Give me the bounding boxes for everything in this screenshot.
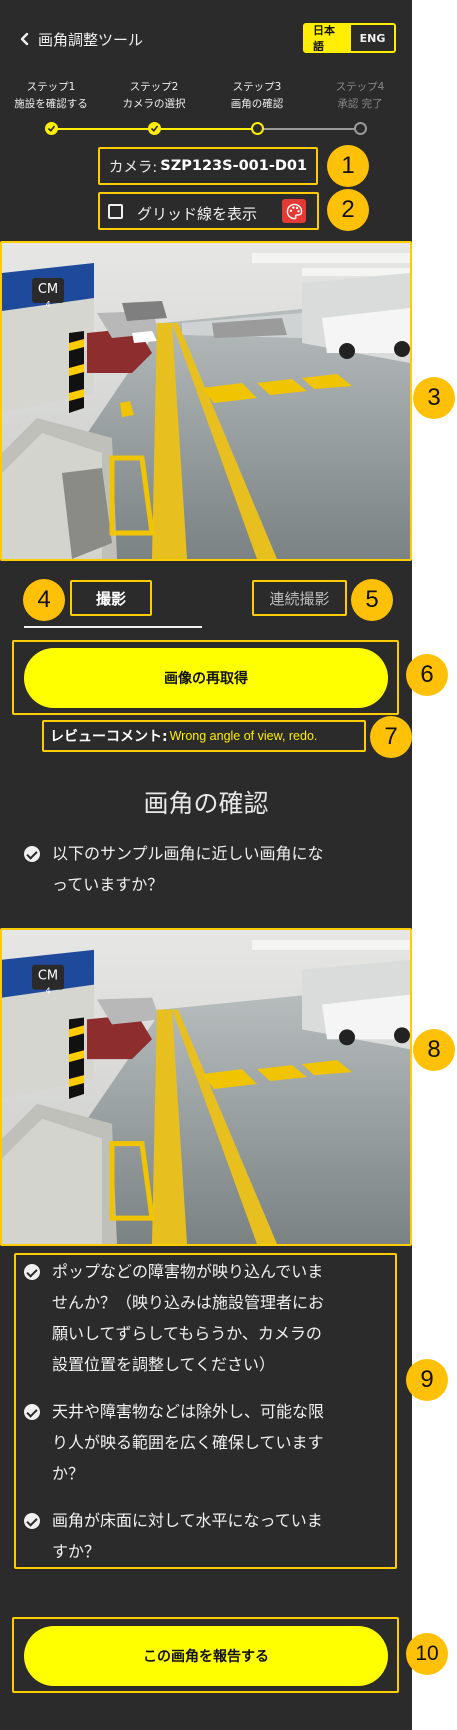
camera-prefix: カメラ: [108, 159, 158, 176]
annotation-badge-1: 1 [327, 145, 369, 187]
language-english-button[interactable]: ENG [351, 25, 394, 51]
tab-burst[interactable]: 連続撮影 [252, 580, 347, 616]
step-1-label: ステップ1 施設を確認する [14, 81, 88, 110]
step-4-label: ステップ4 承認 完了 [335, 81, 385, 110]
report-button[interactable]: この画角を報告する [24, 1626, 388, 1686]
sign-text: CM [38, 282, 58, 297]
sign-number: 4 [45, 987, 50, 996]
annotation-badge-9: 9 [406, 1359, 448, 1401]
annotation-badge-5: 5 [351, 579, 393, 621]
palette-button[interactable] [282, 199, 306, 223]
step-3-dot [251, 122, 264, 135]
review-comment: Wrong angle of view, redo. [169, 729, 318, 743]
step-2-label: ステップ2 カメラの選択 [122, 81, 186, 110]
annotation-badge-6: 6 [406, 654, 448, 696]
review-comment-box: レビューコメント: Wrong angle of view, redo. [42, 720, 366, 752]
tab-burst-label: 連続撮影 [269, 589, 330, 608]
back-button[interactable] [14, 28, 36, 50]
parking-garage-sample-image: CM 4 [2, 930, 410, 1244]
tab-shoot-label: 撮影 [95, 589, 126, 608]
checklist-item-obstruction: ポップなどの障害物が映り込んでいま せんか？（映り込みは施設管理者にお 願いしてずら… [52, 1262, 325, 1374]
check-circle-icon [24, 846, 40, 862]
parking-garage-image: CM 4 [2, 243, 410, 559]
step-4-dot [354, 122, 367, 135]
check-icon [150, 125, 159, 133]
grid-checkbox[interactable] [108, 204, 123, 219]
language-switcher: 日本語 ENG [303, 23, 396, 53]
check-icon [47, 125, 56, 133]
sign-number: 4 [45, 300, 50, 309]
sample-angle-image: CM 4 [0, 928, 412, 1246]
page-title: 画角調整ツール [38, 31, 144, 49]
step-3-label: ステップ3 画角の確認 [230, 81, 284, 110]
grid-toggle-label: グリッド線を表示 [137, 205, 258, 223]
camera-id: SZP123S-001-D01 [160, 158, 308, 174]
check-circle-icon [24, 1264, 40, 1280]
annotation-badge-8: 8 [413, 1029, 455, 1071]
app-screen: 画角調整ツール 日本語 ENG ステップ1 施設を確認する ステップ2 カメラの選択… [0, 0, 412, 1730]
annotation-badge-4: 4 [23, 579, 65, 621]
palette-icon [286, 203, 302, 219]
tab-shoot[interactable]: 撮影 [70, 580, 152, 616]
sample-question: 以下のサンプル画角に近しい画角にな っていますか？ [52, 844, 324, 894]
review-label: レビューコメント: [50, 729, 168, 745]
camera-id-box: カメラ: SZP123S-001-D01 [98, 147, 318, 185]
checklist-item-coverage: 天井や障害物などは除外し、可能な限 り人が映る範囲を広く確保しています か？ [52, 1402, 325, 1483]
chevron-left-icon [20, 32, 29, 46]
camera-preview-image: CM 4 [0, 241, 412, 561]
check-circle-icon [24, 1404, 40, 1420]
section-title: 画角の確認 [143, 789, 269, 818]
annotation-badge-2: 2 [327, 189, 369, 231]
check-circle-icon [24, 1513, 40, 1529]
sign-text: CM [38, 969, 58, 984]
grid-toggle[interactable]: グリッド線を表示 [98, 192, 319, 230]
annotation-badge-7: 7 [370, 716, 412, 758]
annotation-badge-10: 10 [406, 1633, 448, 1675]
step-1-dot [45, 122, 58, 135]
retake-button[interactable]: 画像の再取得 [24, 648, 388, 708]
checklist-item-level: 画角が床面に対して水平になっていま すか？ [52, 1511, 323, 1561]
step-2-dot [148, 122, 161, 135]
annotation-badge-3: 3 [413, 377, 455, 419]
stepper-line-pending [258, 128, 361, 130]
language-japanese-button[interactable]: 日本語 [305, 25, 351, 51]
